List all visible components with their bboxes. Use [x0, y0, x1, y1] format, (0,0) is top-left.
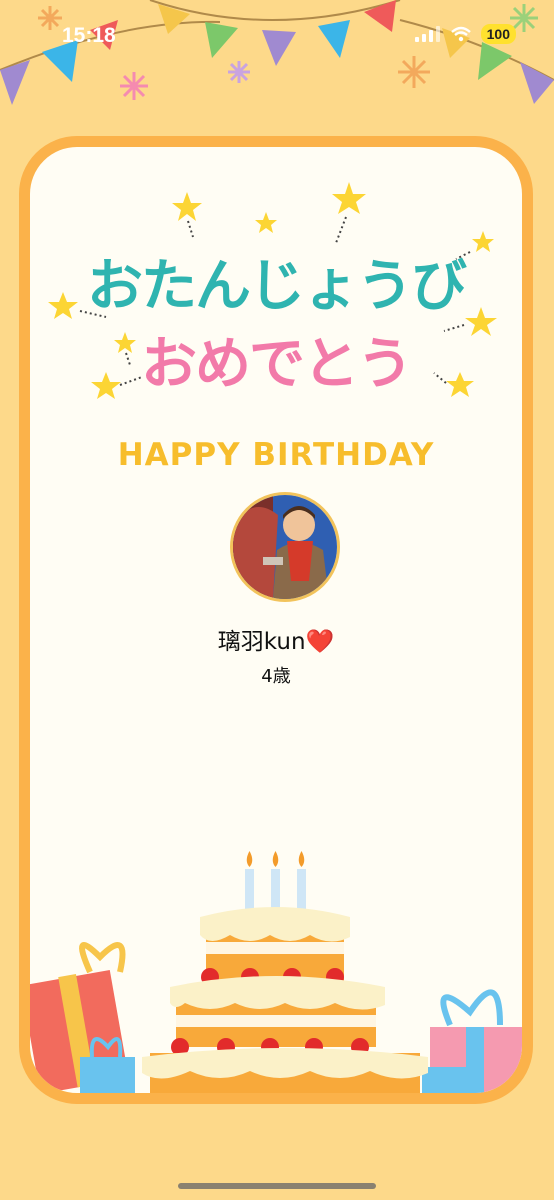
wifi-icon: [450, 26, 471, 42]
birthday-card: おたんじょうび おめでとう HAPPY BIRTHDAY 璃羽kun❤️ 4歳: [19, 136, 533, 1104]
avatar[interactable]: [230, 492, 340, 602]
star-icon: [332, 182, 366, 214]
birthday-cake-illustration: [30, 851, 522, 1093]
star-icon: [114, 332, 136, 353]
star-icon: [91, 372, 121, 399]
star-icon: [472, 231, 494, 252]
japanese-title: おたんじょうび おめでとう: [48, 182, 497, 399]
title-line2: おめでとう: [141, 332, 411, 397]
status-icons: 100: [414, 24, 516, 44]
star-icon: [48, 292, 78, 319]
star-icon: [255, 212, 277, 233]
battery-indicator: 100: [480, 24, 516, 44]
title-line1: おたんじょうび: [87, 254, 467, 319]
svg-text:おめでとう: おめでとう: [141, 332, 411, 397]
signal-icon: [414, 26, 440, 42]
status-bar: 15:18 100: [0, 0, 554, 80]
svg-text:おたんじょうび: おたんじょうび: [87, 254, 467, 319]
star-icon: [172, 192, 202, 221]
child-name: 璃羽kun❤️: [217, 629, 335, 655]
home-indicator[interactable]: [178, 1183, 376, 1189]
gift-box-icon: [30, 942, 135, 1093]
star-icon: [446, 372, 474, 397]
child-age: 4歳: [261, 666, 291, 687]
happy-birthday-heading: HAPPY BIRTHDAY: [117, 437, 435, 473]
star-icon: [465, 307, 497, 336]
status-time: 15:18: [62, 24, 116, 47]
gift-box-icon: [422, 989, 522, 1093]
child-photo: [233, 495, 337, 599]
